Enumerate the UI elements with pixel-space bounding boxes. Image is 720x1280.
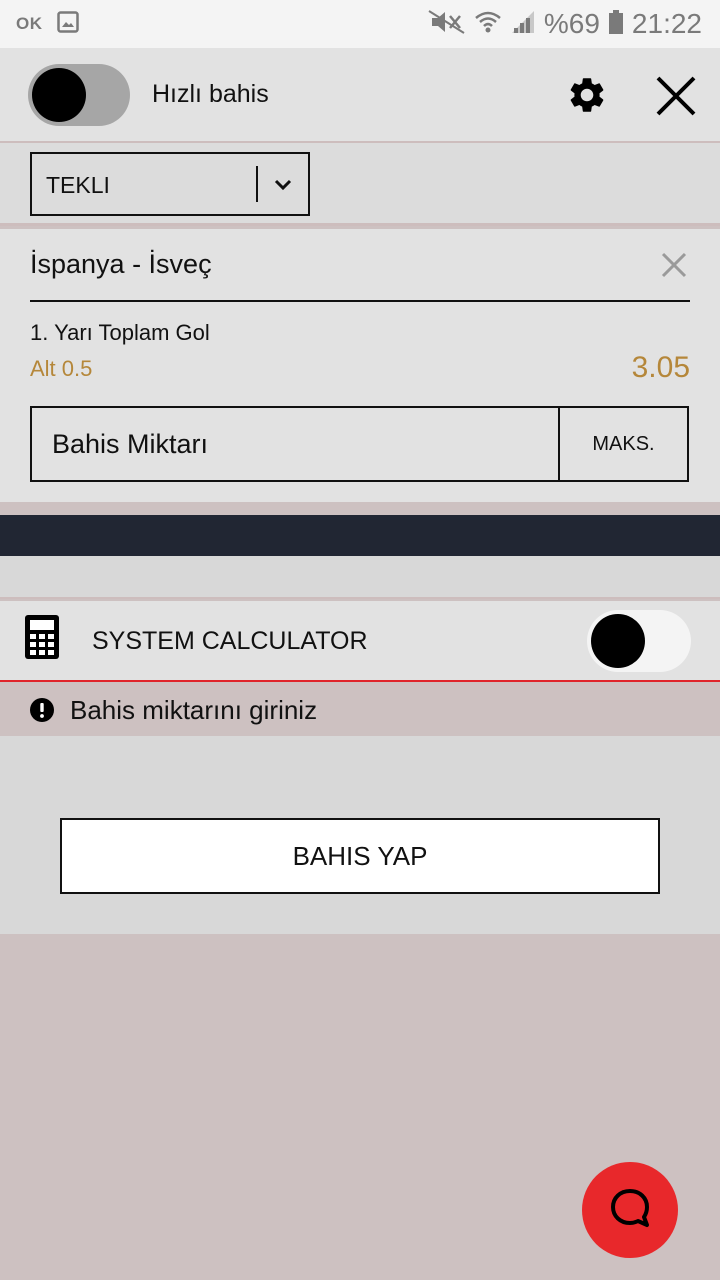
bet-type-select[interactable]: TEKLI — [30, 152, 310, 216]
calculator-icon — [24, 614, 60, 660]
select-divider — [256, 166, 258, 202]
system-calculator-row: SYSTEM CALCULATOR — [0, 601, 720, 682]
battery-percent: %69 — [543, 8, 600, 39]
spacer — [0, 502, 720, 515]
gray-band — [0, 556, 720, 599]
toggle-knob — [32, 68, 86, 122]
bet-item-card: İspanya - İsveç 1. Yarı Toplam Gol Alt 0… — [0, 229, 720, 502]
dark-band — [0, 515, 720, 556]
status-bar: OK %69 21:22 — [0, 0, 720, 48]
mute-icon — [428, 9, 466, 40]
warning-text: Bahis miktarını giriniz — [70, 695, 318, 725]
stake-input[interactable]: Bahis Miktarı — [30, 406, 560, 482]
ok-status-text: OK — [16, 14, 43, 33]
selection-name: Alt 0.5 — [30, 356, 93, 381]
signal-icon — [510, 9, 536, 40]
warning-message: Bahis miktarını giriniz — [0, 684, 720, 736]
max-stake-button[interactable]: MAKS. — [558, 406, 689, 482]
divider — [30, 300, 690, 302]
place-bet-area: BAHIS YAP — [0, 736, 720, 934]
exclamation-icon — [30, 698, 54, 722]
bet-type-value: TEKLI — [46, 172, 110, 198]
clock: 21:22 — [631, 8, 702, 39]
chevron-down-icon — [272, 174, 294, 196]
wifi-icon — [474, 9, 502, 40]
quick-bet-toggle[interactable] — [28, 64, 130, 126]
gallery-icon — [56, 10, 79, 38]
toggle-knob — [591, 614, 645, 668]
battery-icon — [608, 9, 624, 40]
place-bet-button[interactable]: BAHIS YAP — [60, 818, 660, 894]
odds-value: 3.05 — [631, 351, 690, 384]
chat-icon — [608, 1186, 652, 1235]
remove-bet-icon[interactable] — [660, 251, 688, 279]
gear-icon[interactable] — [566, 74, 608, 116]
betslip-header: Hızlı bahis — [0, 48, 720, 143]
chat-button[interactable] — [582, 1162, 678, 1258]
quick-bet-label: Hızlı bahis — [152, 80, 269, 108]
system-calculator-toggle[interactable] — [587, 610, 691, 672]
match-name: İspanya - İsveç — [30, 249, 212, 279]
system-calculator-label: SYSTEM CALCULATOR — [92, 627, 368, 655]
bet-type-row: TEKLI — [0, 143, 720, 226]
close-icon[interactable] — [654, 74, 698, 118]
market-name: 1. Yarı Toplam Gol — [30, 320, 210, 345]
